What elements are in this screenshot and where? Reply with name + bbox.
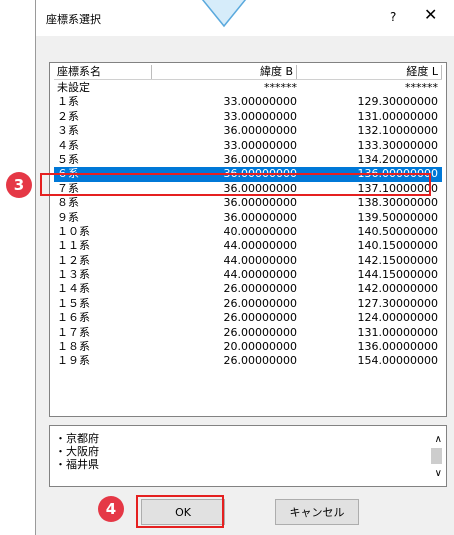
table-row[interactable]: ９系 36.00000000 139.50000000: [54, 211, 442, 225]
table-row[interactable]: １６系 26.00000000 124.00000000: [54, 311, 442, 325]
row-longitude: 133.30000000: [357, 138, 438, 152]
row-name: ９系: [57, 210, 79, 224]
row-longitude: 140.50000000: [357, 224, 438, 238]
table-row[interactable]: １２系 44.00000000 142.15000000: [54, 254, 442, 268]
row-name: ８系: [57, 196, 79, 210]
row-name: １８系: [57, 340, 90, 354]
row-name: １３系: [57, 268, 90, 282]
row-latitude: 36.00000000: [223, 196, 297, 210]
row-longitude: 142.00000000: [357, 282, 438, 296]
table-row[interactable]: １３系 44.00000000 144.15000000: [54, 268, 442, 282]
prefecture-info-box: ・京都府 ・大阪府 ・福井県 ∧ ∨: [49, 425, 447, 487]
list-rows: 未設定 ****** ****** １系 33.00000000 129.30000000…: [54, 81, 442, 369]
prefecture-line: ・福井県: [55, 458, 99, 471]
table-row[interactable]: ２系 33.00000000 131.00000000: [54, 110, 442, 124]
row-latitude: 33.00000000: [223, 95, 297, 109]
coordinate-system-list[interactable]: 座標系名 緯度 B 経度 L 未設定 ****** ****** １系 33.00000…: [49, 62, 447, 417]
table-row[interactable]: 未設定 ****** ******: [54, 81, 442, 95]
row-name: ２系: [57, 109, 79, 123]
row-name: １４系: [57, 282, 90, 296]
row-latitude: 33.00000000: [223, 138, 297, 152]
row-name: ５系: [57, 152, 79, 166]
table-row[interactable]: １５系 26.00000000 127.30000000: [54, 297, 442, 311]
row-longitude: 131.00000000: [357, 109, 438, 123]
close-button[interactable]: ✕: [424, 5, 437, 24]
row-latitude: 44.00000000: [223, 239, 297, 253]
row-name: ３系: [57, 124, 79, 138]
table-row[interactable]: １８系 20.00000000 136.00000000: [54, 340, 442, 354]
table-row[interactable]: ３系 36.00000000 132.10000000: [54, 124, 442, 138]
row-latitude: 26.00000000: [223, 325, 297, 339]
row-name: １０系: [57, 224, 90, 238]
table-row[interactable]: １１系 44.00000000 140.15000000: [54, 239, 442, 253]
column-header-longitude[interactable]: 経度 L: [297, 65, 442, 79]
row-name: 未設定: [57, 81, 90, 94]
row-longitude: 124.00000000: [357, 311, 438, 325]
coordinate-system-dialog: 座標系選択 ? ✕ 座標系名 緯度 B 経度 L 未設定 ****** ******…: [35, 0, 454, 535]
row-latitude: 44.00000000: [223, 253, 297, 267]
row-latitude: 26.00000000: [223, 282, 297, 296]
row-name: １９系: [57, 354, 90, 368]
row-name: １系: [57, 95, 79, 109]
row-longitude: 139.50000000: [357, 210, 438, 224]
row-name: １５系: [57, 296, 90, 310]
table-row[interactable]: ４系 33.00000000 133.30000000: [54, 139, 442, 153]
row-latitude: 33.00000000: [223, 109, 297, 123]
table-row[interactable]: １系 33.00000000 129.30000000: [54, 95, 442, 109]
step-marker-3: 3: [6, 172, 32, 198]
row-longitude: 134.20000000: [357, 152, 438, 166]
row-longitude: 136.00000000: [357, 340, 438, 354]
table-row[interactable]: １７系 26.00000000 131.00000000: [54, 326, 442, 340]
row-longitude: 154.00000000: [357, 354, 438, 368]
cancel-button[interactable]: キャンセル: [275, 499, 359, 525]
row-longitude: ******: [405, 81, 438, 94]
row-latitude: 26.00000000: [223, 354, 297, 368]
table-row[interactable]: １９系 26.00000000 154.00000000: [54, 354, 442, 368]
table-row[interactable]: ８系 36.00000000 138.30000000: [54, 196, 442, 210]
scrollbar-thumb[interactable]: [431, 448, 442, 464]
row-name: １７系: [57, 325, 90, 339]
row-latitude: 36.00000000: [223, 210, 297, 224]
table-row[interactable]: １０系 40.00000000 140.50000000: [54, 225, 442, 239]
row-longitude: 142.15000000: [357, 253, 438, 267]
row-name: １２系: [57, 253, 90, 267]
row-latitude: 36.00000000: [223, 152, 297, 166]
selected-row-callout: [40, 173, 431, 196]
list-header: 座標系名 緯度 B 経度 L: [54, 65, 442, 80]
row-longitude: 138.30000000: [357, 196, 438, 210]
dialog-title: 座標系選択: [46, 13, 101, 26]
column-header-latitude[interactable]: 緯度 B: [152, 65, 297, 79]
table-row[interactable]: １４系 26.00000000 142.00000000: [54, 282, 442, 296]
row-longitude: 132.10000000: [357, 124, 438, 138]
row-name: １６系: [57, 311, 90, 325]
table-row[interactable]: ５系 36.00000000 134.20000000: [54, 153, 442, 167]
row-latitude: 44.00000000: [223, 268, 297, 282]
row-latitude: 36.00000000: [223, 124, 297, 138]
row-name: ４系: [57, 138, 79, 152]
chevron-down-icon[interactable]: ∨: [435, 468, 442, 479]
help-button[interactable]: ?: [390, 10, 396, 24]
row-name: １１系: [57, 239, 90, 253]
row-longitude: 144.15000000: [357, 268, 438, 282]
row-latitude: 40.00000000: [223, 224, 297, 238]
row-longitude: 131.00000000: [357, 325, 438, 339]
row-longitude: 140.15000000: [357, 239, 438, 253]
row-latitude: 26.00000000: [223, 311, 297, 325]
row-latitude: 20.00000000: [223, 340, 297, 354]
row-latitude: ******: [264, 81, 297, 94]
pointer-triangle-icon: [201, 0, 247, 28]
ok-button-callout: [136, 495, 224, 528]
row-longitude: 127.30000000: [357, 296, 438, 310]
step-marker-4: 4: [98, 496, 124, 522]
column-header-name[interactable]: 座標系名: [54, 65, 152, 79]
row-longitude: 129.30000000: [357, 95, 438, 109]
chevron-up-icon[interactable]: ∧: [435, 434, 442, 445]
row-latitude: 26.00000000: [223, 296, 297, 310]
